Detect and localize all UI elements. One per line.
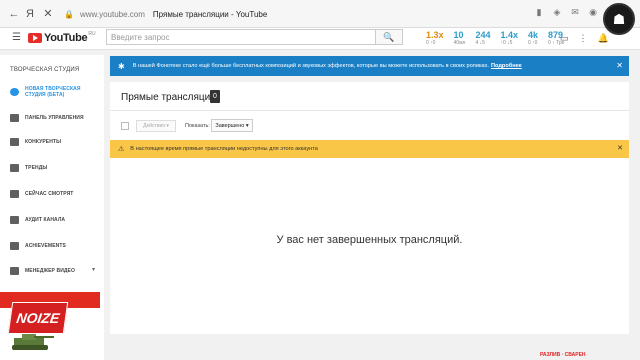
upload-icon[interactable]: ▭: [560, 33, 569, 44]
status-filter-value: Завершено: [215, 122, 245, 129]
tab-title: Прямые трансляции - YouTube: [152, 9, 268, 19]
sidebar-item-icon: [10, 88, 19, 96]
sidebar-item-icon: [10, 164, 19, 172]
sidebar-item-icon: [10, 190, 19, 198]
sidebar-item-5[interactable]: АУДИТ КАНАЛА: [10, 216, 65, 224]
mail-icon[interactable]: ✉: [570, 7, 580, 17]
back-icon[interactable]: ←: [6, 6, 22, 22]
yandex-logo[interactable]: Я: [26, 8, 34, 20]
search-button[interactable]: 🔍: [376, 29, 403, 45]
page-title: Прямые трансляции: [121, 92, 216, 103]
stat-3: 1.4x ↑0 ↓5: [500, 30, 518, 46]
shield-icon[interactable]: ◈: [552, 7, 562, 17]
warning-text: В настоящее время прямые трансляции недо…: [130, 146, 318, 152]
youtube-logo[interactable]: YouTube RU: [28, 31, 96, 44]
menu-icon[interactable]: ☰: [12, 32, 21, 43]
info-link[interactable]: Подробнее: [491, 63, 522, 69]
channel-stats: 1.3x 0 ↑0 10 40мл 244 4 ↓5 1.4x ↑0 ↓5 4k 0 ↑0 879 0…: [426, 30, 564, 46]
info-text: В нашей Фонотеке стало ещё больше беспла…: [132, 63, 489, 69]
sidebar-item-label: АУДИТ КАНАЛА: [25, 217, 66, 223]
sidebar-item-icon: [10, 216, 19, 224]
info-banner: ✱ В нашей Фонотеке стало ещё больше бесп…: [110, 56, 629, 76]
search-icon: 🔍: [383, 31, 395, 42]
stat-value: 4k: [528, 30, 539, 40]
sidebar-item-label: СЕЙЧАС СМОТРЯТ: [25, 191, 74, 197]
apps-icon[interactable]: ⋮: [579, 33, 588, 44]
stat-0: 1.3x 0 ↑0: [426, 30, 444, 46]
close-icon[interactable]: ✕: [617, 144, 623, 152]
stat-2: 244 4 ↓5: [475, 30, 490, 46]
logo-text: YouTube: [44, 32, 88, 44]
status-filter-select[interactable]: Завершено ▾: [211, 119, 253, 132]
play-icon: [28, 33, 42, 43]
sidebar-item-1[interactable]: ПАНЕЛЬ УПРАВЛЕНИЯ: [10, 114, 84, 122]
tank-icon: [12, 334, 54, 350]
sidebar-item-label: ПАНЕЛЬ УПРАВЛЕНИЯ: [25, 115, 84, 121]
stop-icon[interactable]: ✕: [40, 6, 56, 22]
sidebar-item-label: КОНКУРЕНТЫ: [25, 139, 62, 145]
channel-avatar[interactable]: ☗: [603, 3, 635, 35]
stat-label: 0 ↑0: [426, 40, 436, 46]
sidebar-item-icon: [10, 267, 19, 275]
actions-label: Действия: [143, 123, 165, 129]
sidebar-item-3[interactable]: ТРЕНДЫ: [10, 164, 47, 172]
browser-toolbar: ← Я ✕ 🔒 www.youtube.com Прямые трансляци…: [0, 0, 640, 28]
sidebar-item-icon: [10, 114, 19, 122]
sidebar-item-6[interactable]: ACHIEVEMENTS: [10, 242, 66, 250]
sidebar-item-icon: [10, 242, 19, 250]
overlay-watermark: РАЗЛИВ · СВАРЕН: [540, 352, 586, 358]
extension-icon[interactable]: ◉: [588, 7, 598, 17]
stat-label: 40мл: [453, 40, 466, 46]
studio-title: ТВОРЧЕСКАЯ СТУДИЯ: [10, 67, 80, 73]
sidebar-item-icon: [10, 138, 19, 146]
actions-button[interactable]: Действия ▾: [136, 120, 176, 132]
sidebar-item-label: ТРЕНДЫ: [25, 165, 48, 171]
sidebar-item-2[interactable]: КОНКУРЕНТЫ: [10, 138, 61, 146]
sidebar-item-4[interactable]: СЕЙЧАС СМОТРЯТ: [10, 190, 73, 198]
sidebar-item-0[interactable]: НОВАЯ ТВОРЧЕСКАЯ СТУДИЯ (БЕТА): [10, 86, 81, 98]
stat-value: 1.4x: [500, 30, 519, 40]
search-input[interactable]: Введите запрос: [106, 29, 376, 45]
main-panel: Прямые трансляции 0 Действия ▾ Показать:…: [110, 82, 629, 334]
bell-icon[interactable]: 🔔: [598, 33, 609, 44]
stat-value: 1.3x: [426, 30, 444, 40]
lock-icon: 🔒: [64, 9, 74, 19]
sidebar-item-label: МЕНЕДЖЕР ВИДЕО: [25, 268, 75, 274]
warning-banner: ⚠ В настоящее время прямые трансляции не…: [110, 140, 629, 158]
chevron-down-icon[interactable]: ▾: [92, 266, 95, 273]
select-all-checkbox[interactable]: [121, 122, 129, 130]
warning-icon: ⚠: [118, 146, 125, 153]
stat-label: 4 ↓5: [475, 40, 485, 46]
star-icon: ✱: [118, 61, 125, 71]
bookmark-icon[interactable]: ▮: [534, 7, 544, 17]
stat-1: 10 40мл: [454, 30, 466, 46]
logo-region: RU: [88, 31, 96, 37]
stat-value: 10: [453, 30, 464, 40]
youtube-header: ☰ YouTube RU Введите запрос 🔍 1.3x 0 ↑0 10…: [0, 28, 640, 50]
show-label: Показать:: [185, 123, 210, 129]
address-bar[interactable]: 🔒 www.youtube.com Прямые трансляции - Yo…: [64, 5, 554, 23]
count-badge: 0: [210, 90, 220, 103]
sidebar-item-label-2: СТУДИЯ (БЕТА): [25, 92, 65, 98]
close-icon[interactable]: ✕: [616, 61, 623, 70]
sidebar-item-label: ACHIEVEMENTS: [25, 243, 66, 249]
sidebar-item-7[interactable]: МЕНЕДЖЕР ВИДЕО: [10, 267, 75, 275]
stat-4: 4k 0 ↑0: [528, 30, 538, 46]
empty-message: У вас нет завершенных трансляций.: [276, 234, 463, 246]
stat-value: 244: [475, 30, 491, 40]
stat-label: ↑0 ↓5: [500, 40, 513, 46]
stat-label: 0 ↑0: [528, 40, 538, 46]
divider: [110, 110, 629, 111]
address-url: www.youtube.com: [79, 9, 145, 19]
